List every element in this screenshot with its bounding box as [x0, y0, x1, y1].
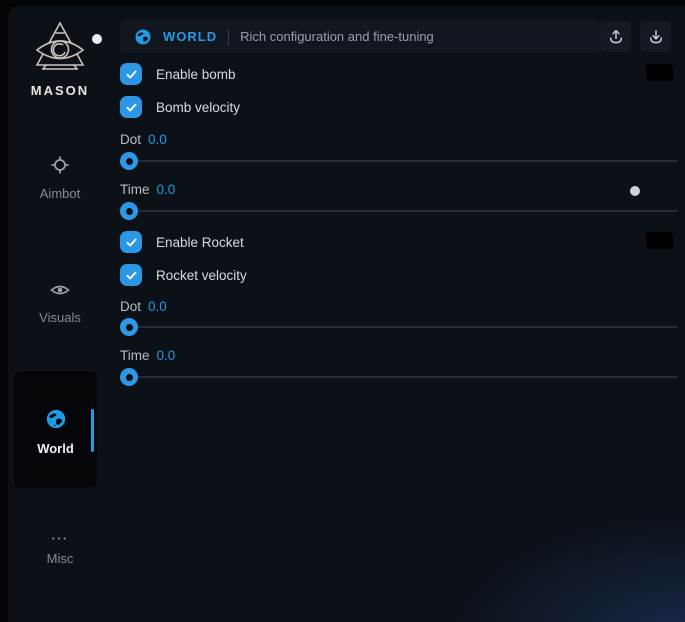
slider-handle[interactable]	[120, 318, 138, 336]
sidebar-item-label: Misc	[8, 551, 112, 566]
slider-value: 0.0	[148, 299, 167, 314]
slider-bomb-time[interactable]	[120, 202, 678, 220]
section-header: WORLD Rich configuration and fine-tuning	[120, 20, 600, 53]
checkbox-row: Rocket velocity	[120, 264, 247, 286]
brand-name: MASON	[8, 83, 112, 98]
sidebar-item-misc[interactable]: ⋯ Misc	[8, 534, 112, 566]
section-subtitle: Rich configuration and fine-tuning	[240, 29, 434, 44]
slider-caption: Dot 0.0	[120, 132, 167, 147]
slider-value: 0.0	[148, 132, 167, 147]
sidebar-item-aimbot[interactable]: Aimbot	[8, 156, 112, 201]
checkbox-row: Bomb velocity	[120, 96, 240, 118]
slider-value: 0.0	[157, 182, 176, 197]
checkbox-rocket-velocity[interactable]	[120, 264, 142, 286]
eye-pyramid-icon	[30, 63, 90, 80]
slider-bomb-dot[interactable]	[120, 152, 678, 170]
checkbox-label: Rocket velocity	[156, 268, 247, 283]
checkbox-enable-rocket[interactable]	[120, 231, 142, 253]
crosshair-icon	[51, 156, 69, 174]
slider-label: Time	[120, 182, 150, 197]
checkbox-bomb-velocity[interactable]	[120, 96, 142, 118]
slider-caption: Time 0.0	[120, 182, 175, 197]
checkbox-row: Enable Rocket	[120, 231, 244, 253]
checkbox-enable-bomb[interactable]	[120, 63, 142, 85]
checkbox-label: Bomb velocity	[156, 100, 240, 115]
brand-logo: MASON	[8, 20, 112, 98]
import-config-button[interactable]	[640, 21, 671, 52]
cursor-dot	[630, 186, 640, 196]
checkbox-row: Enable bomb	[120, 63, 236, 85]
slider-track[interactable]	[120, 376, 678, 378]
sidebar-item-label: Aimbot	[8, 186, 112, 201]
checkbox-label: Enable Rocket	[156, 235, 244, 250]
cursor-dot	[92, 34, 102, 44]
rocket-color-swatch[interactable]	[646, 232, 673, 249]
slider-label: Time	[120, 348, 150, 363]
globe-icon	[45, 408, 67, 426]
checkbox-label: Enable bomb	[156, 67, 236, 82]
slider-rocket-time[interactable]	[120, 368, 678, 386]
slider-label: Dot	[120, 299, 141, 314]
sidebar-item-visuals[interactable]: Visuals	[8, 282, 112, 325]
upload-icon	[607, 28, 625, 46]
slider-label: Dot	[120, 132, 141, 147]
slider-handle[interactable]	[120, 152, 138, 170]
sidebar-item-world[interactable]: World	[14, 371, 97, 488]
screen: MASON Aimbot Visuals	[0, 0, 685, 622]
bomb-color-swatch[interactable]	[646, 64, 673, 81]
sidebar-item-label: Visuals	[8, 310, 112, 325]
download-icon	[647, 28, 665, 46]
slider-track[interactable]	[120, 160, 678, 162]
section-title: WORLD	[163, 29, 217, 44]
slider-rocket-dot[interactable]	[120, 318, 678, 336]
active-indicator-bar	[91, 409, 94, 452]
globe-icon	[134, 28, 152, 46]
slider-caption: Time 0.0	[120, 348, 175, 363]
slider-value: 0.0	[157, 348, 176, 363]
slider-handle[interactable]	[120, 202, 138, 220]
sidebar-item-label: World	[14, 441, 97, 456]
export-config-button[interactable]	[600, 21, 631, 52]
ellipsis-icon: ⋯	[8, 534, 112, 544]
cheat-menu-window: MASON Aimbot Visuals	[8, 6, 685, 622]
slider-handle[interactable]	[120, 368, 138, 386]
slider-caption: Dot 0.0	[120, 299, 167, 314]
slider-track[interactable]	[120, 326, 678, 328]
sidebar: MASON Aimbot Visuals	[8, 6, 112, 622]
slider-track[interactable]	[120, 210, 678, 212]
eye-icon	[50, 282, 70, 300]
header-divider	[228, 29, 229, 45]
